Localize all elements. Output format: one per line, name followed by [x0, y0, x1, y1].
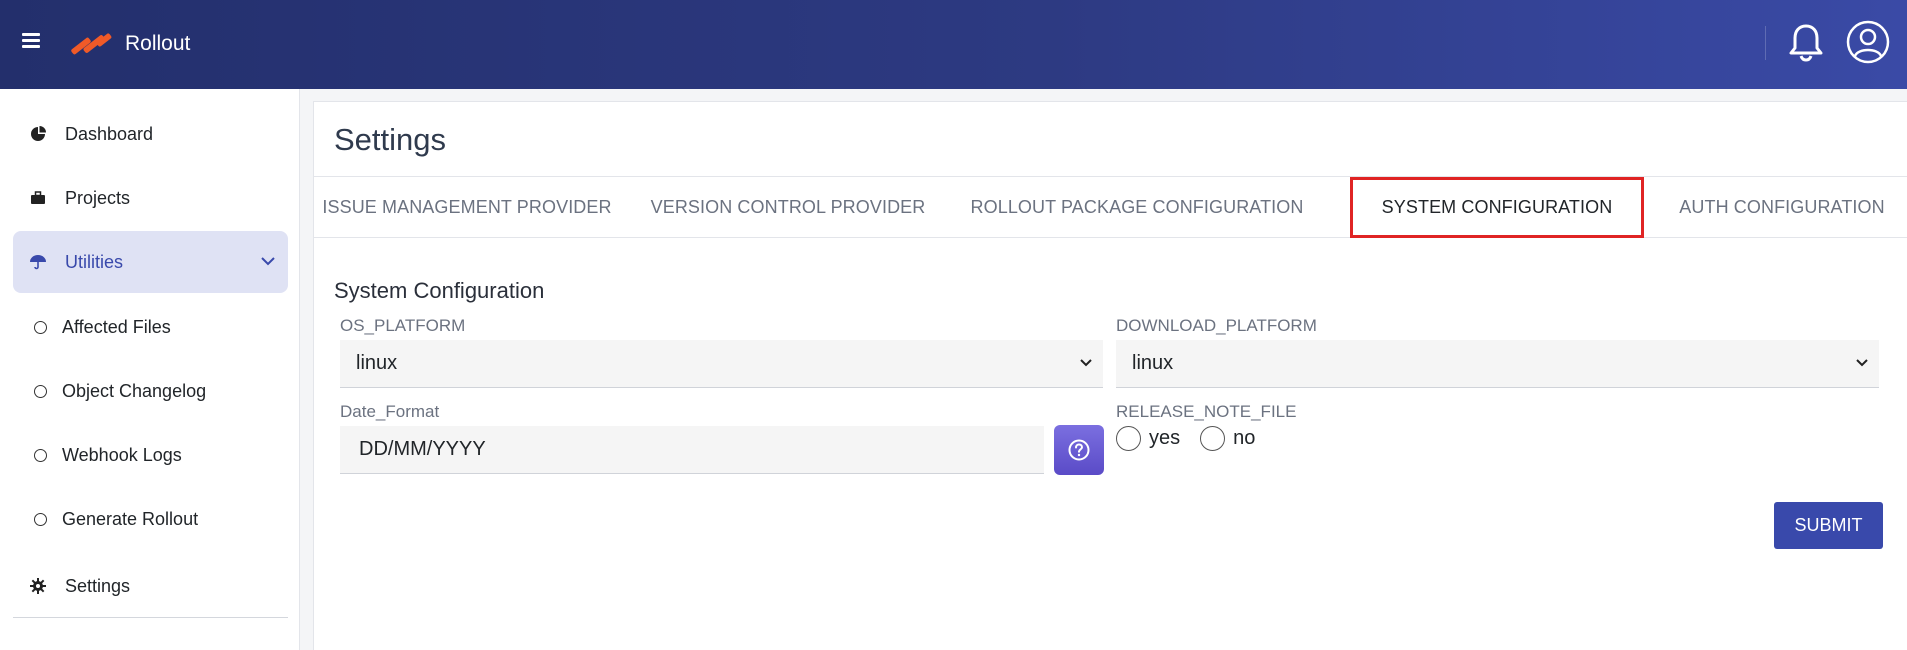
settings-card: Settings ISSUE MANAGEMENT PROVIDER VERSI…	[313, 101, 1907, 650]
sidebar-item-label: Settings	[65, 575, 131, 596]
sidebar-item-affected-files[interactable]: Affected Files	[13, 302, 288, 352]
sidebar-item-projects[interactable]: Projects	[13, 168, 288, 228]
radio-no-label: no	[1233, 427, 1256, 449]
app-title: Rollout	[125, 32, 191, 55]
tab-version-control-provider[interactable]: VERSION CONTROL PROVIDER	[651, 177, 926, 238]
sidebar: Dashboard Projects Utilities Affected Fi…	[0, 89, 300, 650]
sidebar-item-label: Dashboard	[65, 123, 154, 144]
download-platform-select[interactable]: linux	[1116, 340, 1879, 388]
sidebar-divider	[13, 617, 288, 618]
sidebar-item-object-changelog[interactable]: Object Changelog	[13, 366, 288, 416]
bell-icon[interactable]	[1788, 22, 1824, 62]
radio-yes-label: yes	[1149, 427, 1181, 449]
circle-icon	[34, 448, 47, 462]
chevron-down-icon	[1080, 359, 1092, 367]
gear-icon	[27, 575, 49, 597]
header-divider	[1765, 26, 1766, 60]
pie-chart-icon	[27, 123, 49, 145]
question-circle-icon	[1068, 439, 1090, 461]
user-avatar-icon[interactable]	[1846, 20, 1890, 64]
sidebar-item-webhook-logs[interactable]: Webhook Logs	[13, 430, 288, 480]
circle-icon	[34, 512, 47, 526]
sidebar-item-utilities[interactable]: Utilities	[13, 231, 288, 293]
sidebar-item-settings[interactable]: Settings	[13, 556, 288, 616]
circle-icon	[34, 384, 47, 398]
chevron-down-icon	[1856, 359, 1868, 367]
tab-rollout-package-configuration[interactable]: ROLLOUT PACKAGE CONFIGURATION	[970, 177, 1304, 238]
tab-system-configuration[interactable]: SYSTEM CONFIGURATION	[1350, 177, 1644, 238]
rollout-logo-icon	[71, 33, 112, 55]
tab-issue-management-provider[interactable]: ISSUE MANAGEMENT PROVIDER	[322, 177, 611, 238]
radio-no[interactable]	[1200, 426, 1226, 451]
hamburger-menu-icon[interactable]	[22, 30, 46, 54]
circle-icon	[34, 320, 47, 334]
sidebar-item-label: Generate Rollout	[62, 508, 199, 529]
briefcase-icon	[27, 187, 49, 209]
chevron-down-icon[interactable]	[260, 253, 276, 269]
release-note-file-radio-group: yes no	[1116, 426, 1275, 451]
sidebar-item-label: Affected Files	[62, 316, 171, 337]
section-title: System Configuration	[334, 278, 545, 303]
date-format-input[interactable]: DD/MM/YYYY	[340, 426, 1044, 474]
umbrella-icon	[27, 251, 49, 273]
os-platform-select[interactable]: linux	[340, 340, 1103, 388]
os-platform-value: linux	[356, 352, 398, 374]
sidebar-item-label: Utilities	[65, 251, 124, 272]
sidebar-item-generate-rollout[interactable]: Generate Rollout	[13, 494, 288, 544]
sidebar-item-label: Webhook Logs	[62, 444, 182, 465]
date-format-value: DD/MM/YYYY	[359, 438, 486, 460]
download-platform-value: linux	[1132, 352, 1174, 374]
os-platform-label: OS_PLATFORM	[340, 316, 466, 335]
page-title: Settings	[334, 122, 447, 157]
sidebar-item-label: Projects	[65, 187, 131, 208]
date-format-help-button[interactable]	[1054, 425, 1104, 475]
tab-auth-configuration[interactable]: AUTH CONFIGURATION	[1668, 177, 1896, 238]
settings-tabs: ISSUE MANAGEMENT PROVIDER VERSION CONTRO…	[314, 176, 1907, 238]
top-app-bar: Rollout	[0, 0, 1907, 89]
date-format-label: Date_Format	[340, 402, 440, 421]
sidebar-item-label: Object Changelog	[62, 380, 207, 401]
radio-yes[interactable]	[1116, 426, 1141, 451]
submit-button[interactable]: SUBMIT	[1774, 502, 1883, 549]
release-note-file-label: RELEASE_NOTE_FILE	[1116, 402, 1297, 421]
download-platform-label: DOWNLOAD_PLATFORM	[1116, 316, 1317, 335]
sidebar-item-dashboard[interactable]: Dashboard	[13, 104, 288, 164]
